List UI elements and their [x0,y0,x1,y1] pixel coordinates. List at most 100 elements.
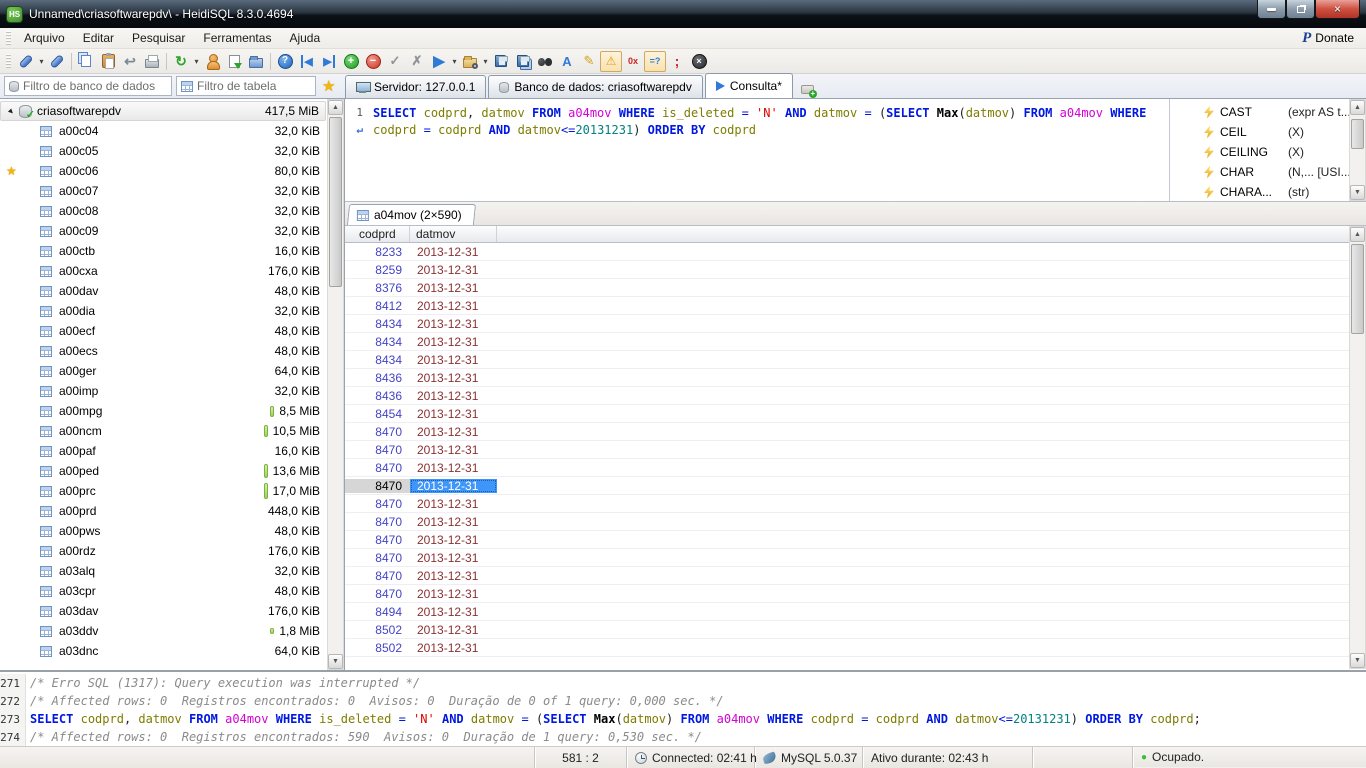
tree-item-table[interactable]: a00ncm10,5 MiB [0,421,326,441]
cell-codprd[interactable]: 8470 [345,551,410,565]
stop-button[interactable]: × [688,51,710,72]
donate-link[interactable]: P Donate [1302,30,1366,47]
table-row[interactable]: 84702013-12-31 [345,441,1366,459]
table-row[interactable]: 84702013-12-31 [345,459,1366,477]
table-row[interactable]: 84702013-12-31 [345,531,1366,549]
scroll-down-icon[interactable]: ▼ [328,654,343,669]
scroll-up-icon[interactable]: ▲ [1350,100,1365,115]
connect-dropdown-icon[interactable]: ▾ [37,57,46,66]
close-button[interactable]: × [1315,0,1360,19]
cell-codprd[interactable]: 8502 [345,641,410,655]
connect-button[interactable] [15,51,37,72]
table-row[interactable]: 84122013-12-31 [345,297,1366,315]
cell-codprd[interactable]: 8470 [345,443,410,457]
insert-row-button[interactable]: + [340,51,362,72]
scrollbar-thumb[interactable] [329,117,342,287]
tree-scrollbar[interactable]: ▲ ▼ [327,99,344,670]
cell-datmov[interactable]: 2013-12-31 [410,605,497,619]
table-row[interactable]: 84702013-12-31 [345,495,1366,513]
cell-codprd[interactable]: 8434 [345,317,410,331]
table-row[interactable]: 84702013-12-31 [345,549,1366,567]
table-row[interactable]: 84942013-12-31 [345,603,1366,621]
table-row[interactable]: 84342013-12-31 [345,351,1366,369]
tree-item-table[interactable]: a00c0732,0 KiB [0,181,326,201]
cell-datmov[interactable]: 2013-12-31 [410,281,497,295]
cell-codprd[interactable]: 8233 [345,245,410,259]
disconnect-button[interactable] [46,51,68,72]
menu-pesquisar[interactable]: Pesquisar [123,29,194,47]
column-header-codprd[interactable]: codprd [345,226,410,242]
tree-item-table[interactable]: a03alq32,0 KiB [0,561,326,581]
scrollbar-thumb[interactable] [1351,244,1364,334]
post-changes-button[interactable]: ✓ [384,51,406,72]
undo-button[interactable]: ↩ [119,51,141,72]
cell-datmov[interactable]: 2013-12-31 [410,641,497,655]
cell-datmov[interactable]: 2013-12-31 [410,587,497,601]
result-grid[interactable]: codprd datmov 82332013-12-3182592013-12-… [345,226,1366,670]
edit-button[interactable]: ✎ [578,51,600,72]
cell-codprd[interactable]: 8494 [345,605,410,619]
scrollbar-thumb[interactable] [1351,119,1364,149]
functions-scrollbar[interactable]: ▲ ▼ [1349,99,1366,201]
cell-datmov[interactable]: 2013-12-31 [410,335,497,349]
tree-item-table[interactable]: a00ped13,6 MiB [0,461,326,481]
cell-codprd[interactable]: 8434 [345,353,410,367]
cell-codprd[interactable]: 8436 [345,371,410,385]
refresh-button[interactable]: ↻ [170,51,192,72]
paste-button[interactable] [97,51,119,72]
column-header-datmov[interactable]: datmov [410,226,497,242]
cell-datmov[interactable]: 2013-12-31 [410,569,497,583]
cell-datmov[interactable]: 2013-12-31 [410,533,497,547]
find-button[interactable] [534,51,556,72]
grid-scrollbar[interactable]: ▲ ▼ [1349,226,1366,669]
sql-log-panel[interactable]: 271/* Erro SQL (1317): Query execution w… [0,670,1366,746]
tree-item-table[interactable]: a00c0532,0 KiB [0,141,326,161]
favorites-star-icon[interactable]: ★ [322,77,335,95]
tree-item-table[interactable]: a00ecs48,0 KiB [0,341,326,361]
scroll-up-icon[interactable]: ▲ [1350,227,1365,242]
cell-datmov[interactable]: 2013-12-31 [410,317,497,331]
expander-icon[interactable]: ▼ [4,104,19,119]
cell-datmov[interactable]: 2013-12-31 [410,479,497,493]
discard-changes-button[interactable]: ✗ [406,51,428,72]
cell-codprd[interactable]: 8376 [345,281,410,295]
scroll-down-icon[interactable]: ▼ [1350,653,1365,668]
export-database-button[interactable] [223,51,245,72]
tree-item-table[interactable]: a00cxa176,0 KiB [0,261,326,281]
cell-datmov[interactable]: 2013-12-31 [410,515,497,529]
tree-item-table[interactable]: ★a00c0680,0 KiB [0,161,326,181]
cell-datmov[interactable]: 2013-12-31 [410,245,497,259]
tree-item-table[interactable]: a00ctb16,0 KiB [0,241,326,261]
cell-codprd[interactable]: 8470 [345,497,410,511]
tree-item-table[interactable]: a00dav48,0 KiB [0,281,326,301]
last-row-button[interactable]: ▶ [318,51,340,72]
table-row[interactable]: 83762013-12-31 [345,279,1366,297]
help-button[interactable]: ? [274,51,296,72]
cell-codprd[interactable]: 8470 [345,461,410,475]
database-filter-input[interactable]: Filtro de banco de dados [4,76,172,96]
table-row[interactable]: 84362013-12-31 [345,387,1366,405]
sql-editor[interactable]: 1SELECT codprd, datmov FROM a04mov WHERE… [345,99,1170,201]
minimize-button[interactable] [1257,0,1286,19]
user-manager-button[interactable] [201,51,223,72]
tree-item-table[interactable]: a00mpg8,5 MiB [0,401,326,421]
tree-item-table[interactable]: a00c0932,0 KiB [0,221,326,241]
cell-datmov[interactable]: 2013-12-31 [410,623,497,637]
tab-database[interactable]: Banco de dados: criasoftwarepdv [488,75,702,98]
cell-codprd[interactable]: 8502 [345,623,410,637]
function-list-item[interactable]: CEIL(X) [1170,122,1366,142]
delete-row-button[interactable]: − [362,51,384,72]
table-row[interactable]: 84702013-12-31 [345,567,1366,585]
menu-ferramentas[interactable]: Ferramentas [194,29,280,47]
menu-arquivo[interactable]: Arquivo [15,29,74,47]
scroll-down-icon[interactable]: ▼ [1350,185,1365,200]
cell-codprd[interactable]: 8470 [345,479,410,493]
cell-datmov[interactable]: 2013-12-31 [410,461,497,475]
skip-errors-button[interactable]: 0x [622,51,644,72]
tree-item-table[interactable]: a00imp32,0 KiB [0,381,326,401]
load-sql-dropdown-icon[interactable]: ▾ [481,57,490,66]
result-tab[interactable]: a04mov (2×590) [347,204,476,225]
new-query-tab-button[interactable] [801,85,814,94]
menu-ajuda[interactable]: Ajuda [280,29,329,47]
tree-item-table[interactable]: a00rdz176,0 KiB [0,541,326,561]
